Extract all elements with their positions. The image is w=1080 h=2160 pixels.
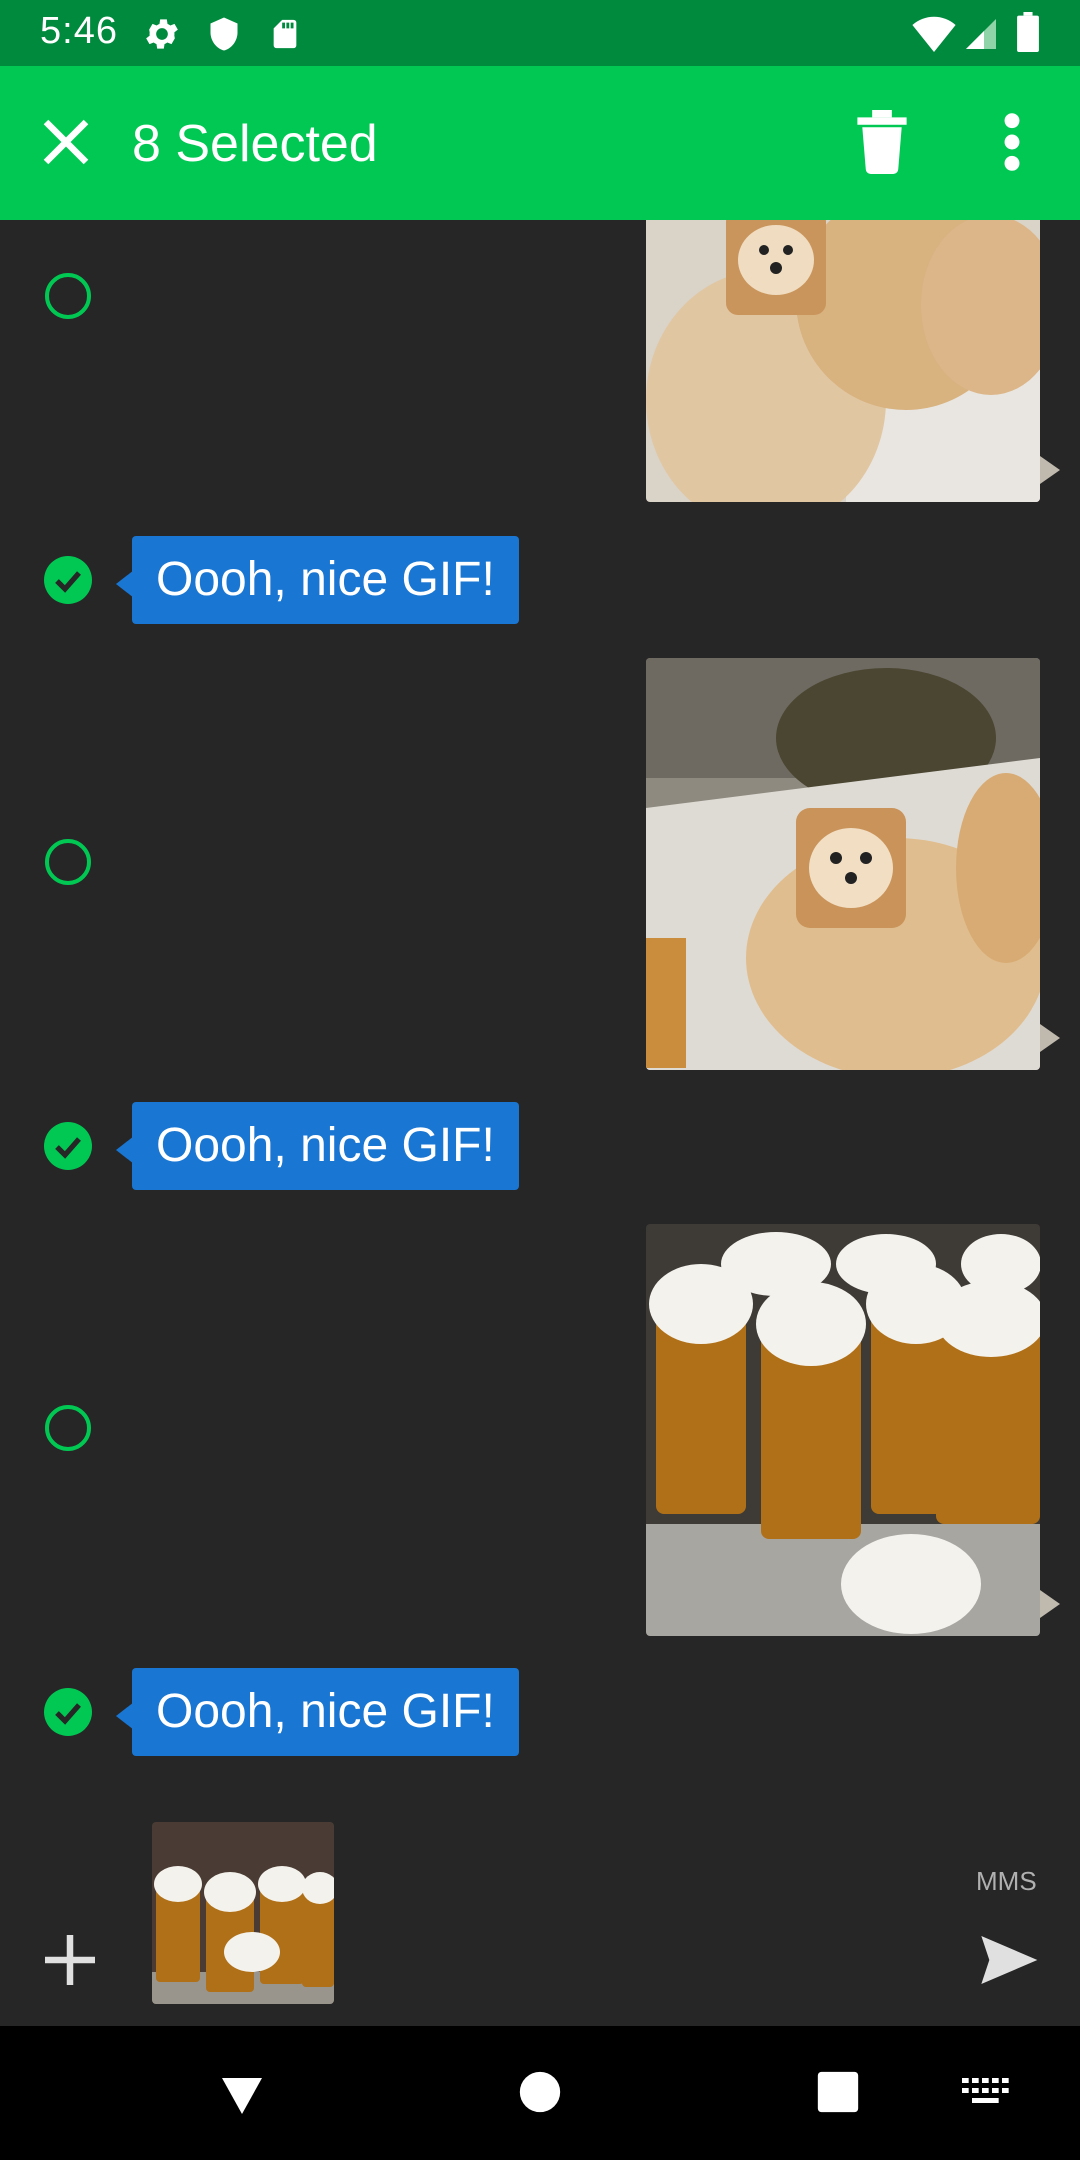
image-bubble-tail	[1040, 1024, 1060, 1052]
system-nav-bar	[0, 2026, 1080, 2160]
shield-icon	[210, 17, 238, 51]
mms-label: MMS	[976, 1866, 1037, 1896]
message-thread[interactable]: Oooh, nice GIF! Oooh, nice GIF! Oooh, ni…	[0, 220, 1080, 1790]
more-vert-icon[interactable]	[990, 110, 1034, 174]
text-message-bubble[interactable]: Oooh, nice GIF!	[132, 1102, 519, 1190]
text-message-bubble[interactable]: Oooh, nice GIF!	[132, 1668, 519, 1756]
image-bubble-tail	[1040, 456, 1060, 484]
status-time: 5:46	[40, 10, 118, 52]
battery-icon	[1017, 12, 1039, 52]
home-circle-icon[interactable]	[518, 2070, 562, 2114]
selected-check-icon[interactable]	[44, 1122, 92, 1170]
status-bar: 5:46	[0, 0, 1080, 66]
beer-attachment-image	[152, 1822, 334, 2004]
image-bubble-tail	[1040, 1590, 1060, 1618]
keyboard-icon[interactable]	[962, 2076, 1012, 2110]
settings-gear-icon	[146, 19, 178, 49]
unselected-circle-icon[interactable]	[44, 272, 92, 320]
signal-icon	[966, 19, 996, 49]
attachment-thumbnail[interactable]	[152, 1822, 334, 2004]
add-icon[interactable]	[40, 1930, 100, 1990]
sd-card-icon	[273, 19, 297, 49]
unselected-circle-icon[interactable]	[44, 1404, 92, 1452]
selection-app-bar: 8 Selected	[0, 66, 1080, 220]
text-message-bubble[interactable]: Oooh, nice GIF!	[132, 536, 519, 624]
send-icon[interactable]	[976, 1928, 1040, 1992]
beer-steins-gif-image	[646, 1224, 1040, 1636]
recents-square-icon[interactable]	[816, 2070, 860, 2114]
close-icon[interactable]	[36, 112, 96, 172]
selected-check-icon[interactable]	[44, 1688, 92, 1736]
gif-image-message[interactable]	[646, 220, 1040, 502]
pomeranian-bread-gif-image	[646, 658, 1040, 1070]
back-triangle-icon[interactable]	[218, 2070, 266, 2118]
gif-image-message[interactable]	[646, 658, 1040, 1070]
delete-icon[interactable]	[852, 110, 912, 174]
selected-check-icon[interactable]	[44, 556, 92, 604]
wifi-icon	[912, 16, 956, 52]
unselected-circle-icon[interactable]	[44, 838, 92, 886]
message-composer: MMS	[0, 1790, 1080, 2026]
gif-image-message[interactable]	[646, 1224, 1040, 1636]
pomeranian-gif-image	[646, 220, 1040, 502]
selection-count-title: 8 Selected	[132, 115, 378, 173]
